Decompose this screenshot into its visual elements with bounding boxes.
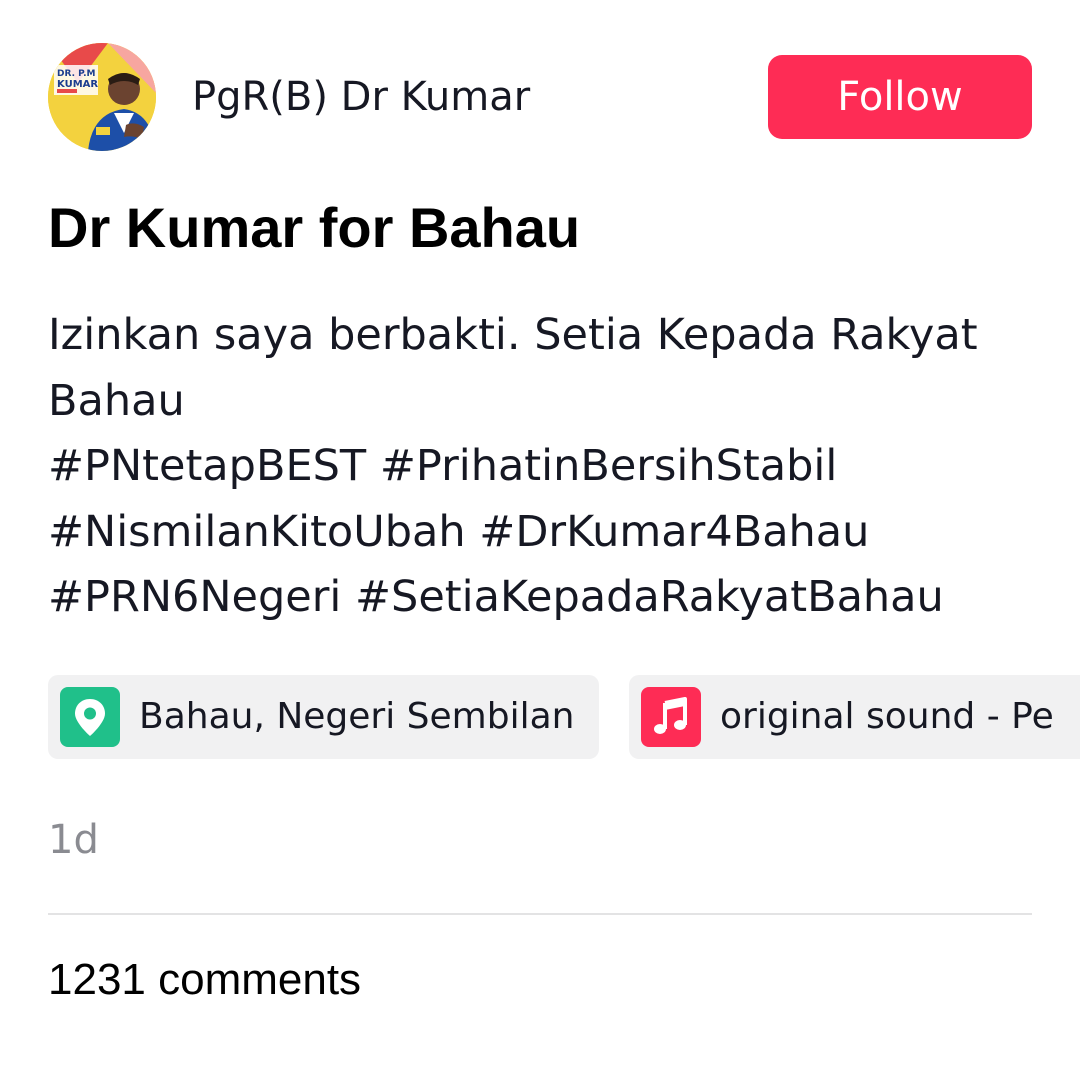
location-pin-icon — [60, 687, 120, 747]
hashtag-link[interactable]: #PrihatinBersihStabil — [380, 441, 837, 491]
avatar-image: DR. P.M KUMAR — [48, 43, 156, 151]
username[interactable]: PgR(B) Dr Kumar — [192, 71, 530, 123]
hashtag-line: #PRN6Negeri #SetiaKepadaRakyatBahau — [48, 565, 1038, 631]
hashtag-link[interactable]: #PNtetapBEST — [48, 441, 366, 491]
post-header: DR. P.M KUMAR PgR(B) Dr Kumar Follow — [48, 43, 1032, 151]
post-caption: Izinkan saya berbakti. Setia Kepada Raky… — [48, 303, 1038, 631]
comments-count[interactable]: 1231 comments — [48, 952, 361, 1008]
hashtag-link[interactable]: #DrKumar4Bahau — [479, 507, 869, 557]
location-chip[interactable]: Bahau, Negeri Sembilan — [48, 675, 599, 759]
hashtag-link[interactable]: #NismilanKitoUbah — [48, 507, 466, 557]
hashtag-link[interactable]: #SetiaKepadaRakyatBahau — [355, 572, 944, 622]
avatar[interactable]: DR. P.M KUMAR — [48, 43, 156, 151]
sound-label: original sound - Pe — [720, 696, 1054, 737]
post-timestamp: 1d — [48, 817, 99, 863]
hashtag-link[interactable]: #PRN6Negeri — [48, 572, 341, 622]
svg-text:KUMAR: KUMAR — [57, 79, 98, 90]
hashtag-line: #PNtetapBEST #PrihatinBersihStabil — [48, 434, 1038, 500]
post-chips: Bahau, Negeri Sembilan original sound - … — [48, 675, 1080, 759]
avatar-badge-text: DR. P.M — [57, 69, 95, 79]
post-title: Dr Kumar for Bahau — [48, 196, 581, 259]
caption-line: Bahau — [48, 375, 185, 426]
caption-line: Izinkan saya berbakti. Setia Kepada Raky… — [48, 310, 978, 360]
follow-button[interactable]: Follow — [768, 55, 1032, 139]
music-note-icon — [641, 687, 701, 747]
divider — [48, 913, 1032, 915]
location-label: Bahau, Negeri Sembilan — [139, 696, 575, 737]
hashtag-line: #NismilanKitoUbah #DrKumar4Bahau — [48, 500, 1038, 566]
sound-chip[interactable]: original sound - Pe — [629, 675, 1080, 759]
